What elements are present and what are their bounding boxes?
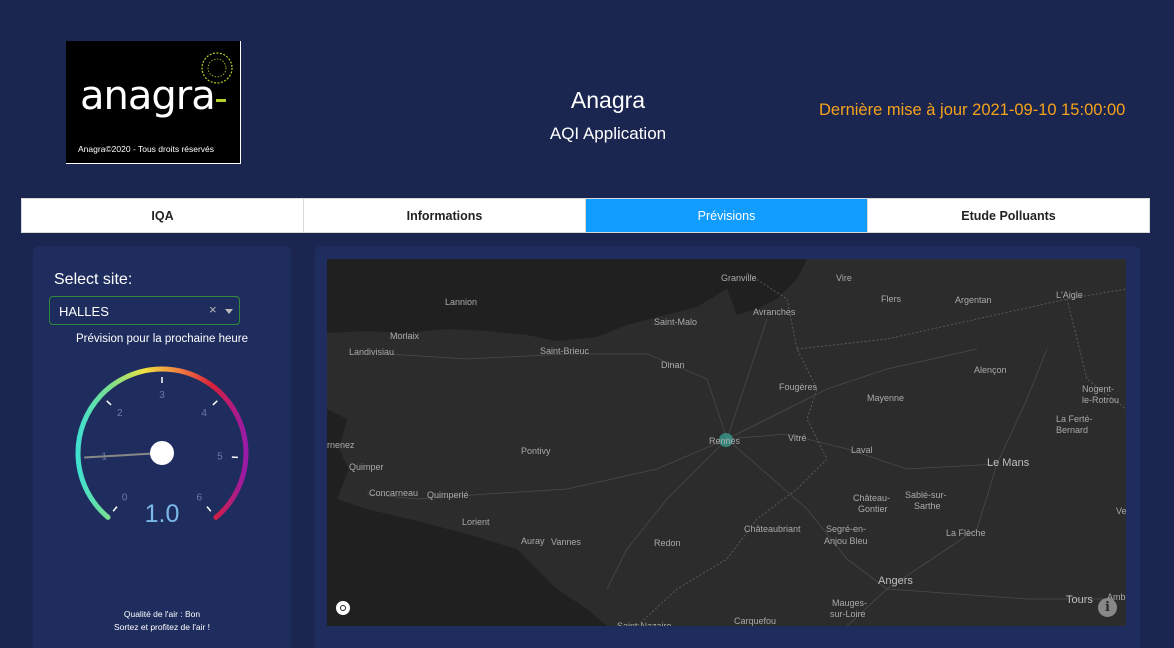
city-label: le-Rotrou: [1082, 395, 1120, 405]
forecast-panel: Select site: HALLES × Prévision pour la …: [33, 246, 291, 648]
city-label: Mayenne: [867, 393, 905, 403]
tab-etude-polluants[interactable]: Etude Polluants: [868, 199, 1149, 232]
last-update-text: Dernière mise à jour 2021-09-10 15:00:00: [819, 101, 1126, 119]
city-label: Le Mans: [987, 457, 1030, 469]
tab-informations[interactable]: Informations: [304, 199, 586, 232]
air-quality-advice: Sortez et profitez de l'air !: [113, 622, 211, 632]
page-subtitle: AQI Application: [549, 124, 667, 143]
mapbox-logo-icon[interactable]: [336, 601, 350, 615]
city-label: Laval: [851, 445, 873, 455]
city-label: Quimperlé: [427, 490, 469, 500]
gauge-tick-4: [212, 400, 218, 406]
logo-dash: [216, 99, 226, 102]
city-label: Fougères: [779, 382, 818, 392]
anagra-logo: anagra Anagra©2020 - Tous droits réservé…: [66, 41, 241, 164]
city-label: Alençon: [974, 365, 1007, 375]
city-label: La Flèche: [946, 528, 986, 538]
city-label: Lannion: [445, 297, 478, 307]
city-label: Château-: [853, 493, 891, 503]
logo-wordmark: anagra: [80, 73, 216, 119]
city-label: Avranches: [753, 307, 796, 317]
city-label: Mauges-: [832, 598, 868, 608]
forecast-label: Prévision pour la prochaine heure: [76, 333, 248, 345]
air-quality-status: Qualité de l'air : Bon: [123, 609, 201, 619]
city-label: Quimper: [349, 462, 384, 472]
site-dropdown[interactable]: HALLES ×: [49, 296, 240, 325]
city-label: La Ferté-: [1056, 414, 1093, 424]
city-label: Concarneau: [369, 488, 419, 498]
city-label: Vitré: [788, 433, 807, 443]
site-dropdown-value: HALLES: [59, 304, 109, 319]
city-label: Nogent-: [1082, 384, 1115, 394]
gauge-value: 1.0: [144, 500, 180, 528]
city-label: Carquefou: [734, 616, 777, 626]
tab-bar: IQA Informations Prévisions Etude Pollua…: [21, 198, 1150, 233]
tab-previsions[interactable]: Prévisions: [586, 199, 868, 232]
city-label: Saint-Nazaire: [617, 621, 672, 626]
logo-seal-icon: [201, 52, 233, 84]
city-label: Pontivy: [521, 446, 551, 456]
city-label: Landivisiau: [349, 347, 395, 357]
gauge-tick-label-5: 5: [217, 451, 223, 462]
logo-copyright: Anagra©2020 - Tous droits réservés: [78, 144, 215, 154]
city-label: Bernard: [1056, 425, 1089, 435]
map-view[interactable]: Granville Vire Flers Argentan L'Aigle Lannion…: [327, 259, 1126, 626]
info-icon[interactable]: i: [1098, 598, 1117, 617]
city-label: Auray: [521, 536, 545, 546]
gauge-tick-label-3: 3: [159, 390, 165, 401]
city-label: Châteaubriant: [744, 524, 801, 534]
city-label: Tours: [1066, 594, 1093, 606]
select-site-label: Select site:: [54, 271, 133, 288]
city-label: Vire: [836, 273, 852, 283]
city-label: Sarthe: [914, 501, 941, 511]
clear-icon[interactable]: ×: [209, 302, 217, 317]
gauge-tick-label-4: 4: [201, 408, 207, 419]
city-label: Rennes: [709, 436, 741, 446]
city-label: Dinan: [661, 360, 685, 370]
map-panel: Granville Vire Flers Argentan L'Aigle Lannion…: [315, 246, 1140, 648]
chevron-down-icon[interactable]: [225, 309, 233, 314]
city-label: Granville: [721, 273, 757, 283]
city-label: Saint-Brieuc: [540, 346, 590, 356]
city-label: Saint-Malo: [654, 317, 698, 327]
city-label: Angers: [878, 575, 913, 587]
city-label: Redon: [654, 538, 681, 548]
city-label: Lorient: [462, 517, 490, 527]
city-label: Vannes: [551, 537, 581, 547]
city-label: Argentan: [955, 295, 992, 305]
city-label: Vel: [1116, 506, 1126, 516]
city-label: rnenez: [327, 440, 355, 450]
gauge-tick-label-2: 2: [117, 408, 123, 419]
tab-iqa[interactable]: IQA: [22, 199, 304, 232]
city-label: sur-Loire: [830, 609, 866, 619]
city-label: Anjou Bleu: [824, 536, 868, 546]
city-label: Gontier: [858, 504, 888, 514]
city-label: Sablé-sur-: [905, 490, 947, 500]
air-quality-message: Qualité de l'air : Bon Sortez et profite…: [33, 608, 291, 634]
city-label: Flers: [881, 294, 901, 304]
city-label: L'Aigle: [1056, 290, 1083, 300]
gauge-knob: [150, 441, 174, 465]
gauge-tick-2: [106, 400, 112, 406]
city-label: Segré-en-: [826, 524, 867, 534]
city-label: Morlaix: [390, 331, 420, 341]
page-title: Anagra: [570, 87, 646, 113]
